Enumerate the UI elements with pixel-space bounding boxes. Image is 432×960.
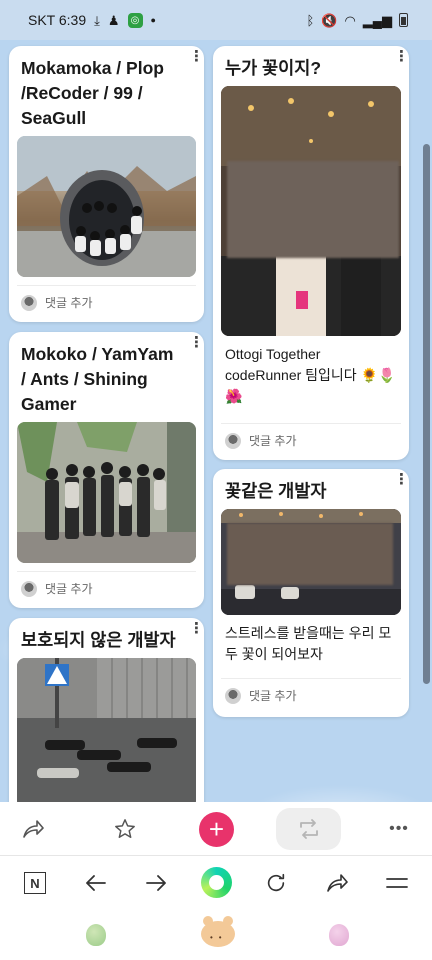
post-card[interactable]: ⋮ Mokamoka / Plop /ReCoder / 99 / SeaGul…	[9, 46, 204, 322]
sticker-bar: ••	[0, 909, 432, 960]
green-bean-sticker[interactable]	[86, 924, 106, 946]
refresh-icon[interactable]	[260, 867, 292, 899]
download-icon: ⤓	[94, 12, 100, 28]
add-post-button[interactable]: +	[199, 812, 234, 847]
post-image[interactable]	[17, 136, 196, 277]
post-body: Ottogi Together codeRunner 팀입니다 🌻🌷🌺	[225, 346, 396, 404]
more-options-icon[interactable]: ⋮	[189, 335, 204, 356]
share-icon[interactable]	[321, 867, 353, 899]
post-title: 꽃같은 개발자	[225, 481, 327, 501]
add-comment-row[interactable]: 댓글 추가	[221, 678, 401, 712]
status-bar: SKT 6:39 ⤓ ♟ ◎ ● ᛒ 🔇 ◠ ▂▄▆	[0, 0, 432, 40]
forward-icon[interactable]	[140, 867, 172, 899]
post-image[interactable]	[17, 658, 196, 802]
post-image[interactable]	[221, 509, 401, 615]
blurred-faces	[227, 523, 393, 585]
avatar	[21, 294, 37, 311]
add-comment-label: 댓글 추가	[45, 296, 93, 310]
more-options-icon[interactable]: ⋮	[394, 472, 409, 493]
post-title: Mokamoka / Plop /ReCoder / 99 / SeaGull	[21, 58, 164, 128]
app-badge-icon: ◎	[127, 12, 143, 28]
post-title: Mokoko / YamYam / Ants / Shining Gamer	[21, 344, 174, 414]
more-options-icon[interactable]: ⋮	[189, 49, 204, 70]
avatar	[225, 687, 241, 704]
dome-photo-illustration	[17, 136, 196, 277]
person-icon: ♟	[107, 12, 120, 28]
add-comment-label: 댓글 추가	[45, 582, 93, 596]
star-icon[interactable]	[108, 812, 142, 846]
pink-bean-sticker[interactable]	[329, 924, 349, 946]
naver-logo[interactable]: N	[24, 872, 46, 894]
bear-sticker[interactable]: ••	[201, 916, 235, 947]
menu-icon[interactable]	[381, 867, 413, 899]
post-action-bar: + •••	[0, 802, 432, 856]
carrier-time: SKT 6:39	[28, 12, 87, 28]
mute-icon: 🔇	[321, 12, 338, 28]
post-image[interactable]	[221, 86, 401, 336]
post-body: 스트레스를 받을때는 우리 모두 꽃이 되어보자	[225, 625, 392, 662]
post-card[interactable]: ⋮ 꽃같은 개발자 스트레스를 받을때는 우리 모두 꽃이 되어보자 댓글 추가	[213, 469, 409, 717]
avatar	[21, 580, 37, 597]
add-comment-row[interactable]: 댓글 추가	[17, 285, 196, 319]
more-options-icon[interactable]: ⋮	[189, 621, 204, 642]
more-options-icon[interactable]: ⋮	[394, 49, 409, 70]
dot-icon: ●	[150, 14, 156, 25]
add-comment-label: 댓글 추가	[249, 689, 297, 703]
add-comment-row[interactable]: 댓글 추가	[221, 423, 401, 457]
back-icon[interactable]	[80, 867, 112, 899]
battery-icon	[399, 13, 408, 27]
scrollbar[interactable]	[423, 144, 430, 684]
post-title: 보호되지 않은 개발자	[21, 630, 176, 650]
floor-photo-illustration	[17, 658, 196, 802]
post-card[interactable]: ⋮ 보호되지 않은 개발자	[9, 618, 204, 802]
repost-icon	[299, 819, 318, 839]
add-comment-label: 댓글 추가	[249, 434, 297, 448]
repost-button[interactable]	[276, 808, 341, 850]
bluetooth-icon: ᛒ	[306, 12, 315, 28]
post-card[interactable]: ⋮ Mokoko / YamYam / Ants / Shining Gamer	[9, 332, 204, 608]
signal-icon: ▂▄▆	[362, 12, 392, 28]
share-icon[interactable]	[16, 812, 50, 846]
add-comment-row[interactable]: 댓글 추가	[17, 571, 196, 605]
plants-photo-illustration	[17, 422, 196, 563]
more-icon[interactable]: •••	[382, 812, 416, 846]
home-icon[interactable]	[201, 867, 232, 898]
avatar	[225, 432, 241, 449]
post-card[interactable]: ⋮ 누가 꽃이지? Ottogi Together codeRunner 팀입니…	[213, 46, 409, 460]
padlet-board[interactable]: ⋮ Mokamoka / Plop /ReCoder / 99 / SeaGul…	[0, 40, 432, 802]
wifi-icon: ◠	[344, 12, 356, 28]
post-title: 누가 꽃이지?	[225, 58, 322, 78]
blurred-faces	[227, 161, 399, 258]
post-image[interactable]	[17, 422, 196, 563]
